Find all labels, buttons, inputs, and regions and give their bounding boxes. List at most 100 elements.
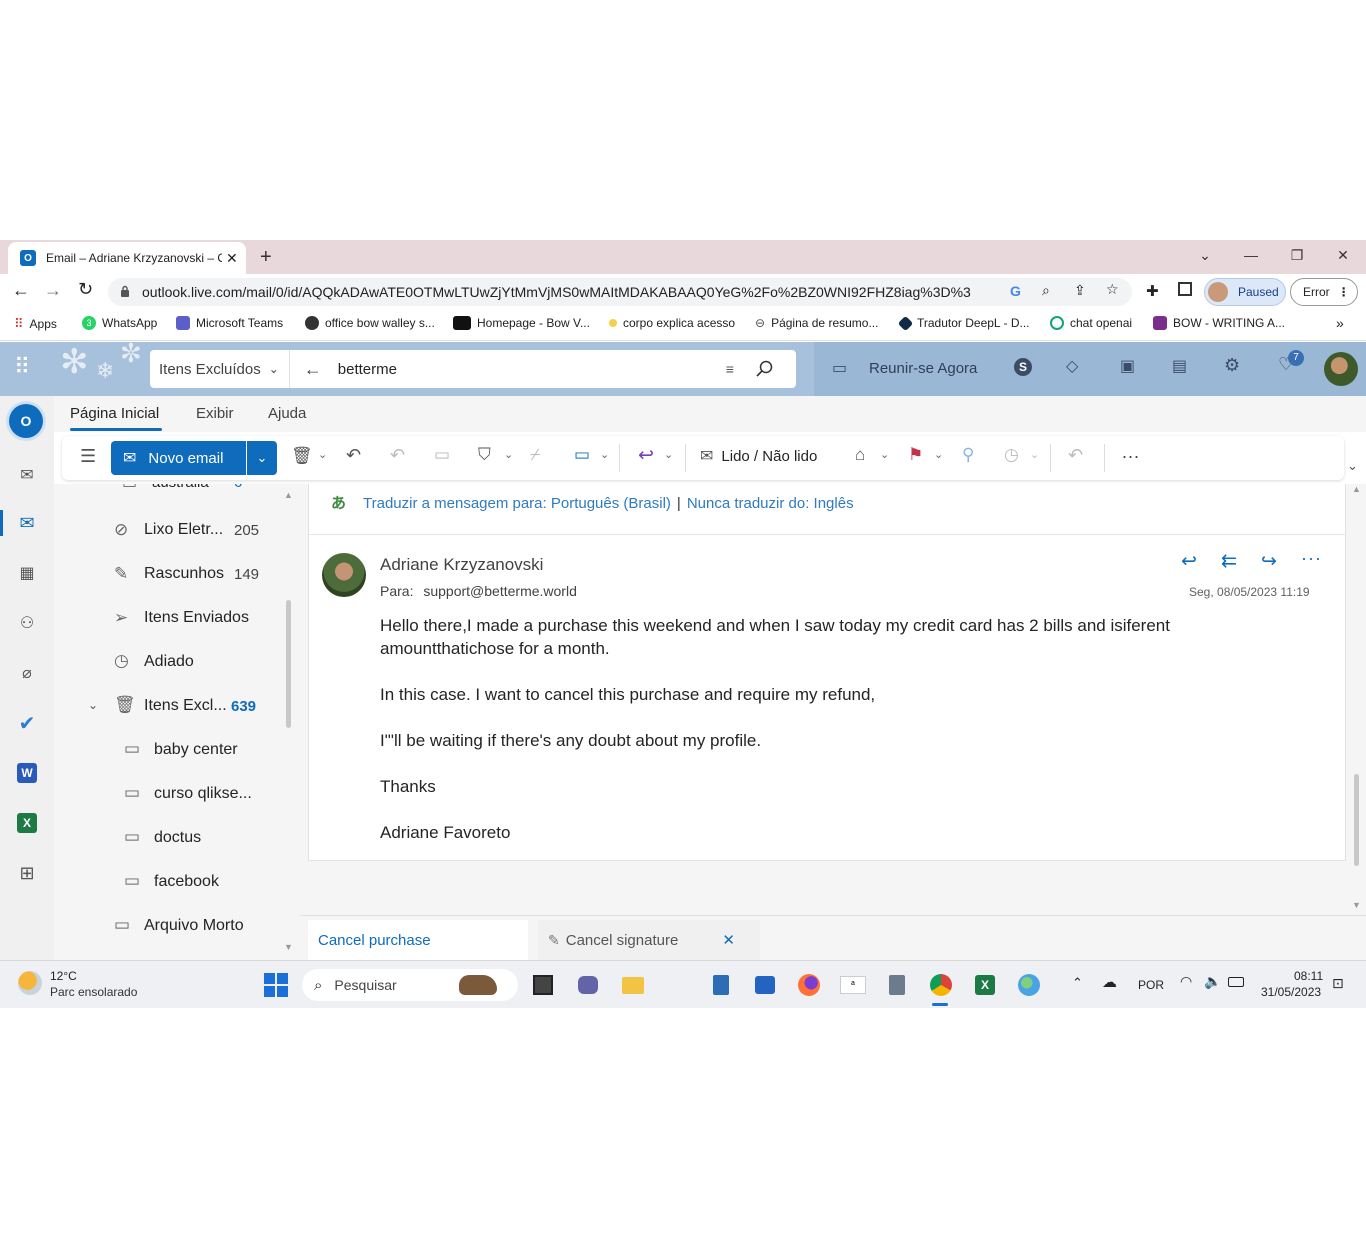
restore-undo-icon[interactable]: ↶ (346, 445, 361, 466)
folder-facebook[interactable]: ▭ facebook (54, 862, 300, 902)
bookmark-homepage[interactable]: Homepage - Bow V... (453, 316, 590, 330)
chevron-down-icon[interactable]: ⌄ (88, 698, 98, 712)
bookmark-resumo[interactable]: ⊖ Página de resumo... (755, 316, 878, 330)
hamburger-menu-icon[interactable]: ☰ (80, 446, 96, 467)
chevron-down-icon[interactable]: ⌄ (600, 448, 609, 461)
scroll-down-arrow-icon[interactable]: ▼ (284, 942, 293, 952)
calculator-icon[interactable] (884, 972, 910, 998)
error-chip[interactable]: Error ⋮ (1290, 278, 1358, 306)
message-more-icon[interactable]: ··· (1301, 548, 1322, 569)
scroll-down-arrow-icon[interactable]: ▼ (1352, 900, 1361, 910)
new-email-button[interactable]: ✉ Novo email (111, 441, 246, 475)
new-tab-icon[interactable]: + (260, 246, 272, 269)
more-options-button[interactable]: ... (1122, 442, 1140, 463)
video-camera-icon[interactable]: ▭ (832, 358, 847, 378)
address-bar[interactable]: outlook.live.com/mail/0/id/AQQkADAwATE0O… (108, 278, 1132, 306)
folder-drafts[interactable]: ✎ Rascunhos 149 (54, 554, 300, 594)
chevron-down-icon[interactable]: ⌄ (1030, 448, 1039, 461)
reply-all-icon[interactable]: ⇇ (1221, 550, 1237, 573)
reload-icon[interactable]: ↻ (78, 279, 93, 300)
reading-scrollbar-thumb[interactable] (1354, 774, 1359, 866)
new-email-dropdown[interactable]: ⌄ (247, 441, 277, 475)
bookmark-office-bow[interactable]: office bow walley s... (305, 316, 435, 330)
folder-scrollbar-thumb[interactable] (286, 600, 291, 728)
redo-icon[interactable]: ↶ (390, 445, 405, 466)
tab-home[interactable]: Página Inicial (70, 405, 159, 422)
folder-sent-items[interactable]: ➢ Itens Enviados (54, 598, 300, 638)
chrome-icon[interactable] (928, 972, 954, 998)
draft-tab-cancel-purchase[interactable]: Cancel purchase (308, 920, 528, 960)
scroll-up-arrow-icon[interactable]: ▲ (1352, 484, 1361, 494)
bookmark-corpo[interactable]: corpo explica acesso (609, 316, 735, 330)
language-indicator[interactable]: POR (1138, 978, 1164, 992)
search-input[interactable]: betterme (338, 361, 708, 378)
weather-sun-icon[interactable] (18, 971, 42, 995)
attachment-icon[interactable]: ⌀ (14, 660, 40, 686)
zoom-icon[interactable]: ⌕ (1042, 282, 1050, 299)
close-window-icon[interactable]: ✕ (1320, 240, 1366, 270)
app-launcher-icon[interactable]: ⠿ (14, 356, 30, 378)
folder-scope-dropdown[interactable]: Itens Excluídos ⌄ (159, 361, 279, 378)
onedrive-cloud-icon[interactable]: ☁ (1102, 973, 1117, 991)
restore-icon[interactable]: ❐ (1274, 240, 1320, 270)
new-mail-icon[interactable]: ✉ (14, 462, 40, 488)
settings-gear-icon[interactable]: ⚙ (1224, 355, 1240, 376)
move-to-folder-icon[interactable]: ▭ (574, 445, 590, 465)
notepad-icon[interactable] (708, 972, 734, 998)
flag-icon[interactable]: ⚑ (908, 445, 923, 465)
start-windows-icon[interactable] (263, 972, 289, 998)
google-icon[interactable]: G (1010, 283, 1021, 299)
filter-icon[interactable]: ≡ (726, 361, 734, 377)
chevron-down-icon[interactable]: ⌄ (880, 448, 889, 461)
forward-icon[interactable]: → (44, 280, 62, 301)
report-shield-icon[interactable]: ⛉ (478, 445, 491, 465)
folder-curso-qlikse[interactable]: ▭ curso qlikse... (54, 774, 300, 814)
translate-link[interactable]: Traduzir a mensagem para: Português (Bra… (363, 495, 671, 512)
sender-name[interactable]: Adriane Krzyzanovski (380, 555, 543, 575)
back-icon[interactable]: ← (12, 280, 30, 301)
sweep-broom-icon[interactable]: ⌿ (530, 445, 540, 465)
folder-deleted-items[interactable]: ⌄ 🗑 Itens Excl... 639 (54, 686, 300, 726)
back-arrow-icon[interactable]: ← (304, 359, 322, 380)
extensions-icon[interactable]: ✚ (1146, 282, 1159, 300)
clock-time[interactable]: 08:11 (1294, 969, 1323, 983)
teams-chat-icon[interactable] (575, 972, 601, 998)
meet-now-button[interactable]: Reunir-se Agora (869, 360, 977, 377)
side-panel-icon[interactable] (1178, 282, 1192, 296)
more-bookmarks-icon[interactable]: » (1336, 315, 1344, 331)
bookmark-apps[interactable]: ⠿ Apps (14, 316, 57, 332)
word-icon[interactable]: W (14, 760, 40, 786)
browser-tab[interactable]: O Email – Adriane Krzyzanovski – O ✕ (8, 242, 246, 274)
clock-date[interactable]: 31/05/2023 (1261, 985, 1321, 999)
ribbon-expand-chevron-icon[interactable]: ⌄ (1347, 458, 1358, 474)
chevron-down-icon[interactable]: ⌄ (318, 448, 327, 461)
folder-snoozed[interactable]: ◷ Adiado (54, 642, 300, 682)
never-translate-link[interactable]: Nunca traduzir do: Inglês (687, 495, 854, 512)
to-address[interactable]: support@betterme.world (423, 583, 577, 599)
bookmark-deepl[interactable]: Tradutor DeepL - D... (897, 315, 1030, 331)
search-button[interactable] (750, 354, 780, 384)
office-app-icon[interactable]: ▣ (1120, 356, 1135, 376)
weather-temperature[interactable]: 12°C (50, 969, 77, 983)
todo-check-icon[interactable]: ✔ (14, 710, 40, 736)
firefox-icon[interactable] (796, 972, 822, 998)
outlook-logo-icon[interactable]: O (9, 404, 43, 438)
account-avatar[interactable] (1324, 352, 1358, 386)
bookmark-bow-writing[interactable]: BOW - WRITING A... (1153, 316, 1285, 330)
undo-icon[interactable]: ↶ (1068, 445, 1083, 466)
task-view-icon[interactable] (530, 972, 556, 998)
show-hidden-icons-icon[interactable]: ⌃ (1072, 975, 1083, 991)
battery-icon[interactable] (1228, 977, 1244, 987)
bookmark-whatsapp[interactable]: 3 WhatsApp (82, 316, 157, 330)
tab-help[interactable]: Ajuda (268, 405, 306, 422)
file-explorer-icon[interactable] (620, 972, 646, 998)
weather-description[interactable]: Parc ensolarado (50, 985, 137, 999)
wifi-icon[interactable]: ◠ (1180, 973, 1192, 990)
folder-archive[interactable]: ▭ Arquivo Morto (54, 906, 300, 946)
sender-avatar[interactable] (322, 553, 366, 597)
folder-baby-center[interactable]: ▭ baby center (54, 730, 300, 770)
kebab-menu-icon[interactable]: ⋮ (1338, 285, 1350, 299)
excel-icon[interactable]: X (972, 972, 998, 998)
skype-icon[interactable]: S (1014, 358, 1032, 376)
archive-icon[interactable]: ▭ (434, 445, 450, 465)
